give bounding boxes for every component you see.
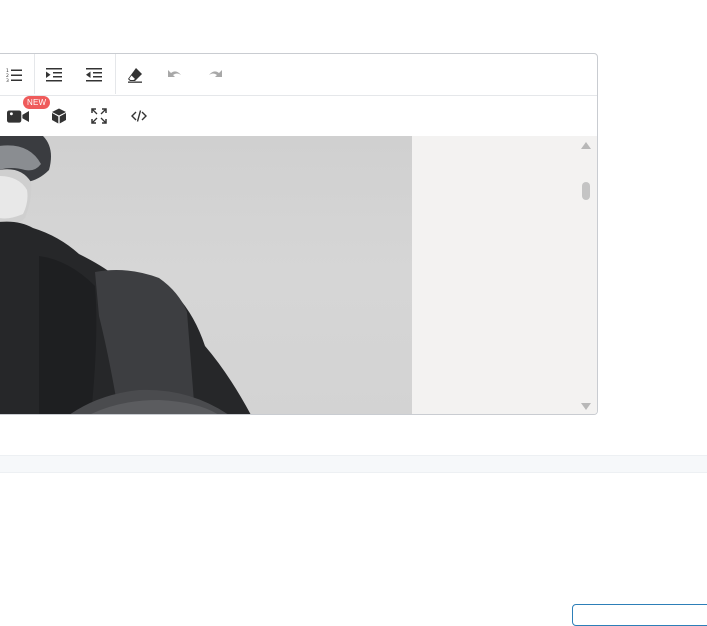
cube-icon (52, 108, 66, 124)
clear-formatting-button[interactable] (122, 62, 148, 88)
svg-text:3: 3 (6, 78, 9, 83)
toolbar-row-formatting: 1 2 3 (0, 54, 597, 96)
scrollbar-thumb[interactable] (582, 182, 590, 201)
redo-button[interactable] (202, 62, 228, 88)
rich-text-editor: 1 2 3 NEW (0, 53, 598, 415)
undo-icon (168, 70, 181, 77)
eraser-icon (128, 68, 142, 83)
toolbar-separator (115, 54, 116, 94)
scroll-up-arrow-icon[interactable] (581, 142, 591, 149)
toolbar-row-insert: NEW (0, 95, 597, 137)
toolbar-separator (34, 54, 35, 94)
source-code-button[interactable] (126, 103, 152, 129)
outdent-icon (86, 68, 102, 82)
numbered-list-button[interactable]: 1 2 3 (1, 62, 27, 88)
insert-3d-object-button[interactable] (46, 103, 72, 129)
fullscreen-button[interactable] (86, 103, 112, 129)
undo-button[interactable] (162, 62, 188, 88)
action-button[interactable] (572, 604, 707, 626)
person-photo-illustration (0, 136, 251, 414)
indent-icon (46, 68, 62, 82)
editor-content-area[interactable] (0, 136, 597, 414)
code-icon (131, 110, 147, 122)
indent-button[interactable] (41, 62, 67, 88)
fullscreen-icon (91, 108, 107, 124)
editor-scrollbar[interactable] (575, 136, 597, 414)
numbered-list-icon: 1 2 3 (6, 68, 22, 83)
video-camera-icon (7, 110, 29, 123)
content-image[interactable] (0, 136, 412, 414)
outdent-button[interactable] (81, 62, 107, 88)
section-divider (0, 455, 707, 473)
redo-icon (209, 70, 222, 77)
scroll-down-arrow-icon[interactable] (581, 403, 591, 410)
